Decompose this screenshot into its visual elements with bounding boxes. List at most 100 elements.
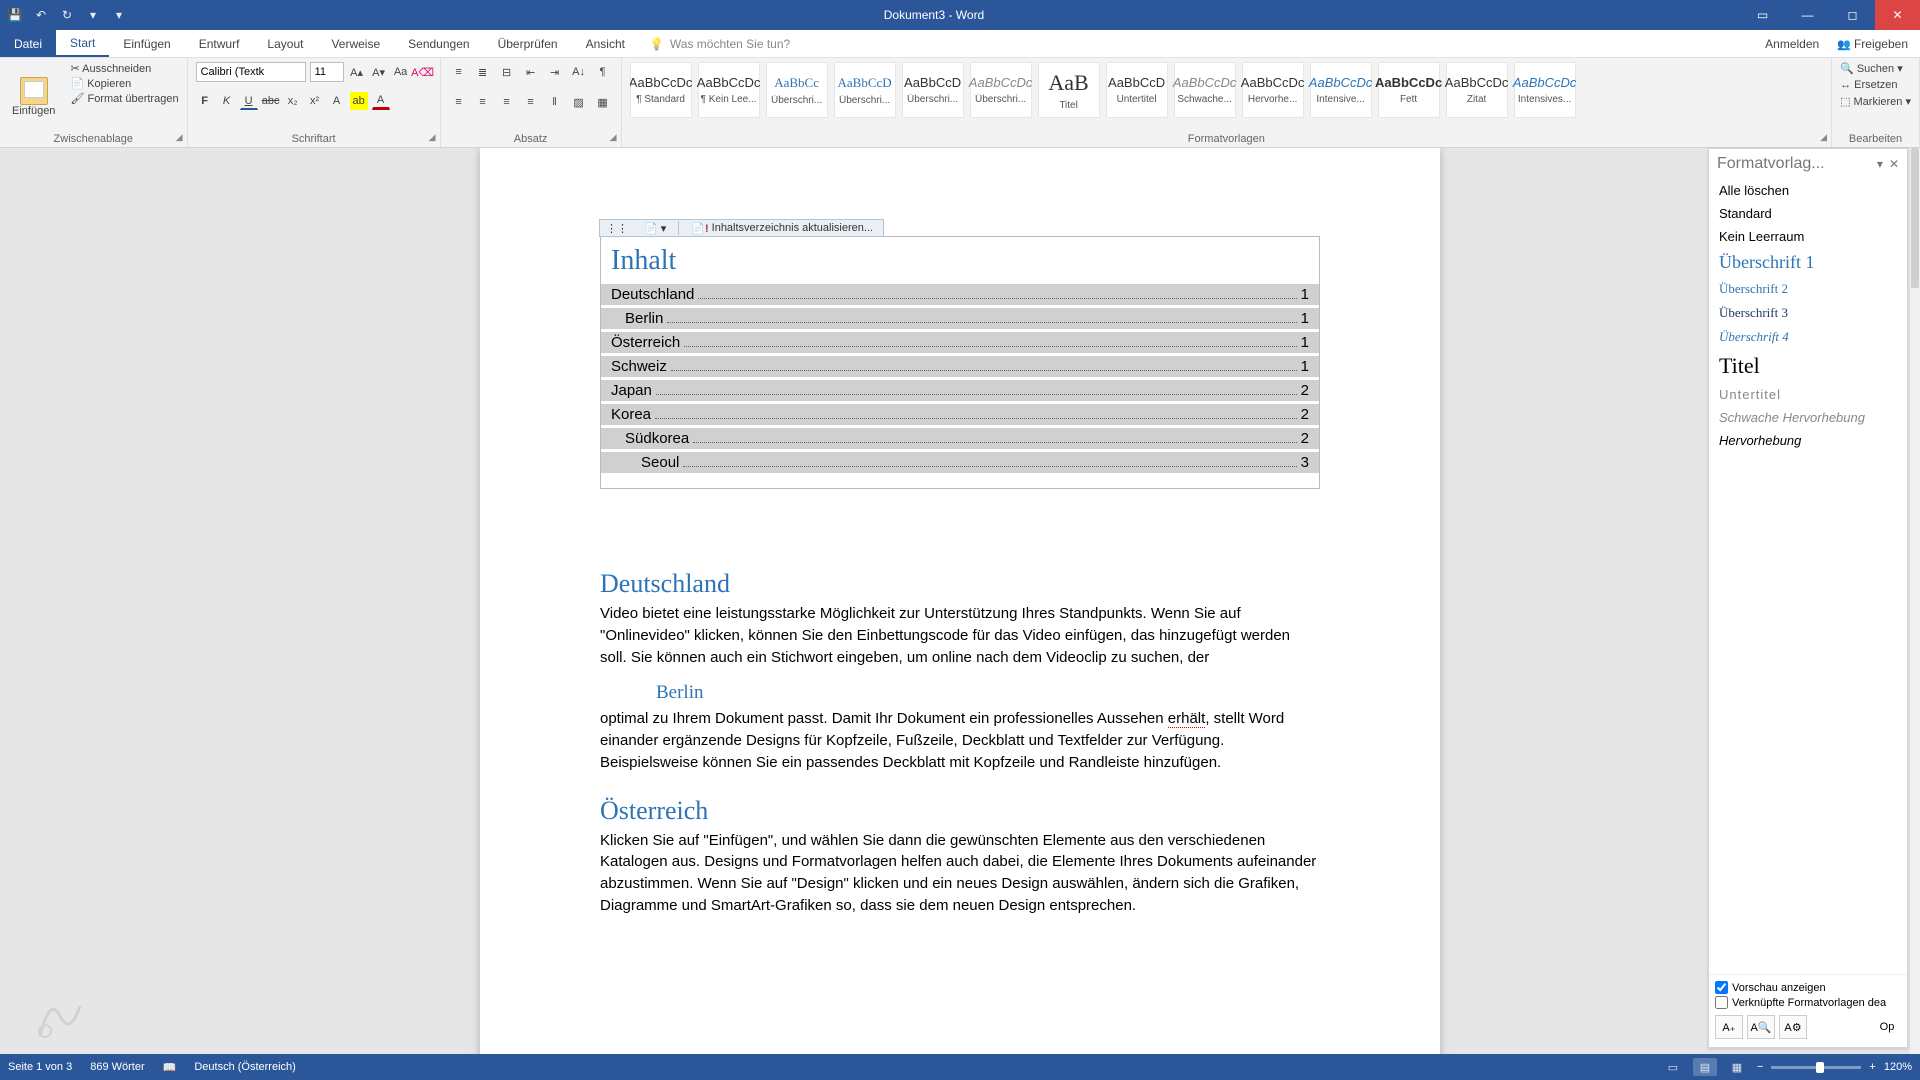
page[interactable]: ⋮⋮ 📄 ▾ 📄!Inhaltsverzeichnis aktualisiere…	[480, 148, 1440, 1054]
style-gallery-item[interactable]: AaBbCcDcIntensive...	[1310, 62, 1372, 118]
view-print-icon[interactable]: ▤	[1693, 1058, 1717, 1076]
line-spacing-icon[interactable]: ‖	[545, 92, 565, 112]
redo-icon[interactable]: ↻	[58, 6, 76, 24]
tab-references[interactable]: Verweise	[317, 30, 394, 57]
pane-options-link[interactable]: Op	[1873, 1015, 1901, 1039]
style-pane-item[interactable]: Standard	[1719, 206, 1897, 221]
style-pane-item[interactable]: Schwache Hervorhebung	[1719, 410, 1897, 425]
launcher-icon[interactable]: ◢	[429, 132, 436, 143]
view-read-icon[interactable]: ▭	[1661, 1058, 1685, 1076]
zoom-in-button[interactable]: +	[1869, 1061, 1875, 1073]
decrease-indent-icon[interactable]: ⇤	[521, 62, 541, 82]
view-web-icon[interactable]: ▦	[1725, 1058, 1749, 1076]
increase-indent-icon[interactable]: ⇥	[545, 62, 565, 82]
spelling-error[interactable]: erhält	[1168, 710, 1206, 728]
style-pane-item[interactable]: Hervorhebung	[1719, 433, 1897, 448]
zoom-out-button[interactable]: −	[1757, 1061, 1763, 1073]
maximize-icon[interactable]: ◻	[1830, 0, 1875, 30]
toc-update-button[interactable]: 📄!Inhaltsverzeichnis aktualisieren...	[687, 222, 877, 235]
close-icon[interactable]: ✕	[1875, 0, 1920, 30]
subscript-button[interactable]: x₂	[284, 92, 302, 110]
qat-dropdown-icon[interactable]: ▾	[84, 6, 102, 24]
undo-icon[interactable]: ↶	[32, 6, 50, 24]
style-pane-item[interactable]: Überschrift 3	[1719, 305, 1897, 321]
show-marks-icon[interactable]: ¶	[593, 62, 613, 82]
paste-button[interactable]: Einfügen	[8, 62, 60, 131]
bold-button[interactable]: F	[196, 92, 214, 110]
style-gallery-item[interactable]: AaBbCcDÜberschri...	[834, 62, 896, 118]
tab-insert[interactable]: Einfügen	[109, 30, 184, 57]
style-gallery-item[interactable]: AaBTitel	[1038, 62, 1100, 118]
toc-content-control[interactable]: ⋮⋮ 📄 ▾ 📄!Inhaltsverzeichnis aktualisiere…	[600, 236, 1320, 489]
toc-handle[interactable]: ⋮⋮ 📄 ▾ 📄!Inhaltsverzeichnis aktualisiere…	[599, 219, 884, 237]
numbering-icon[interactable]: ≣	[473, 62, 493, 82]
vertical-scrollbar[interactable]	[1910, 148, 1920, 1054]
style-pane-item[interactable]: Überschrift 1	[1719, 252, 1897, 273]
toc-entry[interactable]: Seoul3	[601, 452, 1319, 473]
zoom-level[interactable]: 120%	[1884, 1061, 1912, 1073]
style-pane-item[interactable]: Alle löschen	[1719, 183, 1897, 198]
tab-view[interactable]: Ansicht	[572, 30, 639, 57]
launcher-icon[interactable]: ◢	[610, 132, 617, 143]
grow-font-icon[interactable]: A▴	[348, 63, 366, 81]
paragraph-text[interactable]: optimal zu Ihrem Dokument passt. Damit I…	[600, 708, 1320, 773]
style-gallery-item[interactable]: AaBbCcDc¶ Standard	[630, 62, 692, 118]
save-icon[interactable]: 💾	[6, 6, 24, 24]
heading-1[interactable]: Deutschland	[600, 569, 1320, 599]
style-gallery-item[interactable]: AaBbCcDUntertitel	[1106, 62, 1168, 118]
minimize-icon[interactable]: —	[1785, 0, 1830, 30]
tab-start[interactable]: Start	[56, 30, 109, 57]
share-button[interactable]: Freigeben	[1837, 37, 1908, 51]
style-gallery-item[interactable]: AaBbCcDcIntensives...	[1514, 62, 1576, 118]
document-area[interactable]: ⋮⋮ 📄 ▾ 📄!Inhaltsverzeichnis aktualisiere…	[0, 148, 1920, 1054]
style-gallery-item[interactable]: AaBbCcDcFett	[1378, 62, 1440, 118]
status-language[interactable]: Deutsch (Österreich)	[194, 1061, 295, 1073]
heading-2[interactable]: Berlin	[656, 682, 1320, 704]
toc-entry[interactable]: Südkorea2	[601, 428, 1319, 449]
style-gallery-item[interactable]: AaBbCcDcZitat	[1446, 62, 1508, 118]
strikethrough-button[interactable]: abc	[262, 92, 280, 110]
launcher-icon[interactable]: ◢	[176, 132, 183, 143]
status-page[interactable]: Seite 1 von 3	[8, 1061, 72, 1073]
linked-checkbox[interactable]: Verknüpfte Formatvorlagen dea	[1715, 996, 1901, 1009]
format-painter-button[interactable]: 🖌 Format übertragen	[70, 92, 178, 105]
new-style-button[interactable]: A₊	[1715, 1015, 1743, 1039]
manage-styles-button[interactable]: A⚙	[1779, 1015, 1807, 1039]
toc-title[interactable]: Inhalt	[601, 237, 1319, 281]
status-proofing-icon[interactable]: 📖	[163, 1061, 177, 1074]
style-gallery-item[interactable]: AaBbCcDcÜberschri...	[970, 62, 1032, 118]
justify-icon[interactable]: ≡	[521, 92, 541, 112]
find-button[interactable]: 🔍 Suchen ▾	[1840, 62, 1911, 75]
cut-button[interactable]: ✂ Ausschneiden	[70, 62, 178, 75]
tab-file[interactable]: Datei	[0, 30, 56, 57]
style-pane-item[interactable]: Überschrift 2	[1719, 281, 1897, 297]
signin-link[interactable]: Anmelden	[1765, 37, 1819, 51]
font-color-button[interactable]: A	[372, 92, 390, 110]
borders-icon[interactable]: ▦	[593, 92, 613, 112]
shrink-font-icon[interactable]: A▾	[370, 63, 388, 81]
style-gallery-item[interactable]: AaBbCcDcSchwache...	[1174, 62, 1236, 118]
style-gallery-item[interactable]: AaBbCcDÜberschri...	[902, 62, 964, 118]
tab-review[interactable]: Überprüfen	[484, 30, 572, 57]
launcher-icon[interactable]: ◢	[1820, 132, 1827, 143]
toc-entry[interactable]: Japan2	[601, 380, 1319, 401]
align-right-icon[interactable]: ≡	[497, 92, 517, 112]
style-pane-item[interactable]: Titel	[1719, 353, 1897, 379]
align-center-icon[interactable]: ≡	[473, 92, 493, 112]
toc-entry[interactable]: Berlin1	[601, 308, 1319, 329]
zoom-slider[interactable]	[1771, 1066, 1861, 1069]
toc-entry[interactable]: Schweiz1	[601, 356, 1319, 377]
change-case-icon[interactable]: Aa	[392, 63, 410, 81]
toc-menu-icon[interactable]: 📄 ▾	[640, 222, 670, 235]
select-button[interactable]: ⬚ Markieren ▾	[1840, 95, 1911, 108]
toc-grip-icon[interactable]: ⋮⋮	[602, 222, 632, 235]
italic-button[interactable]: K	[218, 92, 236, 110]
shading-icon[interactable]: ▨	[569, 92, 589, 112]
heading-1[interactable]: Österreich	[600, 796, 1320, 826]
multilevel-icon[interactable]: ⊟	[497, 62, 517, 82]
checkbox[interactable]	[1715, 996, 1728, 1009]
copy-button[interactable]: 📄 Kopieren	[70, 77, 178, 90]
checkbox[interactable]	[1715, 981, 1728, 994]
style-gallery-item[interactable]: AaBbCcDc¶ Kein Lee...	[698, 62, 760, 118]
pane-close-icon[interactable]: ✕	[1889, 157, 1899, 171]
